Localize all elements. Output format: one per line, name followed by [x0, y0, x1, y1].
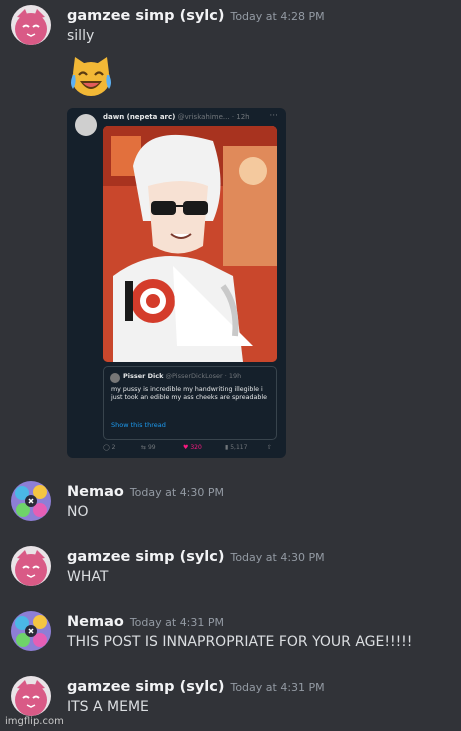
reply-icon: ◯ — [103, 444, 110, 451]
message-2: Nemao Today at 4:30 PM NO — [0, 481, 461, 526]
quoted-text: my pussy is incredible my handwriting il… — [111, 386, 267, 402]
message-text: WHAT — [67, 569, 109, 585]
tweet-author: dawn (nepeta arc) @vriskahime... · 12h — [103, 113, 250, 121]
quoted-author-name[interactable]: Pisser Dick — [123, 372, 163, 380]
quoted-author-handle: @PisserDickLoser — [165, 372, 223, 380]
tweet-embed[interactable]: dawn (nepeta arc) @vriskahime... · 12h ·… — [67, 108, 286, 458]
retweet-button[interactable]: ⇆ 99 — [141, 444, 156, 451]
message-4: Nemao Today at 4:31 PM THIS POST IS INNAP… — [0, 611, 461, 656]
message-text: ITS A MEME — [67, 699, 149, 715]
message-text: silly — [67, 28, 95, 44]
username[interactable]: gamzee simp (sylc) — [67, 679, 224, 695]
tweet-author-handle: @vriskahime... — [177, 113, 230, 121]
message-text: NO — [67, 504, 89, 520]
quoted-tweet[interactable]: Pisser Dick @PisserDickLoser · 19h my pu… — [103, 366, 277, 440]
avatar[interactable] — [11, 676, 51, 716]
timestamp: Today at 4:31 PM — [230, 681, 325, 694]
message-header: gamzee simp (sylc) Today at 4:30 PM — [67, 546, 325, 565]
message-header: gamzee simp (sylc) Today at 4:31 PM — [67, 676, 325, 695]
more-options-icon[interactable]: ··· — [269, 111, 278, 121]
message-1: gamzee simp (sylc) Today at 4:28 PM silly… — [0, 5, 461, 460]
quoted-author: Pisser Dick @PisserDickLoser · 19h — [123, 372, 241, 380]
avatar[interactable] — [11, 5, 51, 45]
tweet-actions: ◯ 2 ⇆ 99 ♥ 320 ▮ 5,117 ⇧ — [103, 444, 277, 454]
views-button[interactable]: ▮ 5,117 — [225, 444, 247, 451]
tweet-author-name[interactable]: dawn (nepeta arc) — [103, 113, 175, 121]
message-header: Nemao Today at 4:30 PM — [67, 481, 224, 500]
message-3: gamzee simp (sylc) Today at 4:30 PM WHAT — [0, 546, 461, 591]
tweet-image[interactable] — [103, 126, 277, 362]
reply-count: 2 — [111, 444, 116, 451]
joy-cat-emoji-icon — [67, 53, 115, 101]
tweet-time: · 12h — [231, 113, 250, 121]
message-5: gamzee simp (sylc) Today at 4:31 PM ITS A… — [0, 676, 461, 721]
like-button[interactable]: ♥ 320 — [183, 444, 202, 451]
timestamp: Today at 4:31 PM — [129, 616, 225, 629]
message-header: Nemao Today at 4:31 PM — [67, 611, 224, 630]
message-text: THIS POST IS INNAPROPRIATE FOR YOUR AGE!… — [67, 634, 413, 650]
avatar[interactable] — [11, 611, 51, 651]
retweet-count: 99 — [147, 444, 156, 451]
username[interactable]: Nemao — [67, 614, 124, 630]
share-icon[interactable]: ⇧ — [267, 444, 272, 451]
views-count: 5,117 — [230, 444, 248, 451]
reply-button[interactable]: ◯ 2 — [103, 444, 115, 451]
timestamp: Today at 4:30 PM — [129, 486, 225, 499]
timestamp: Today at 4:28 PM — [230, 10, 325, 23]
timestamp: Today at 4:30 PM — [230, 551, 325, 564]
like-count: 320 — [190, 444, 202, 451]
retweet-icon: ⇆ — [141, 444, 147, 451]
tweet-author-avatar[interactable] — [75, 114, 97, 136]
message-header: gamzee simp (sylc) Today at 4:28 PM — [67, 5, 325, 24]
avatar[interactable] — [11, 546, 51, 586]
username[interactable]: Nemao — [67, 484, 124, 500]
watermark: imgflip.com — [5, 716, 64, 727]
heart-icon: ♥ — [183, 444, 189, 451]
username[interactable]: gamzee simp (sylc) — [67, 8, 224, 24]
views-icon: ▮ — [225, 444, 229, 451]
show-thread-link[interactable]: Show this thread — [111, 421, 166, 429]
username[interactable]: gamzee simp (sylc) — [67, 549, 224, 565]
avatar[interactable] — [11, 481, 51, 521]
quoted-author-avatar — [110, 373, 120, 383]
quoted-time: · 19h — [224, 372, 242, 380]
